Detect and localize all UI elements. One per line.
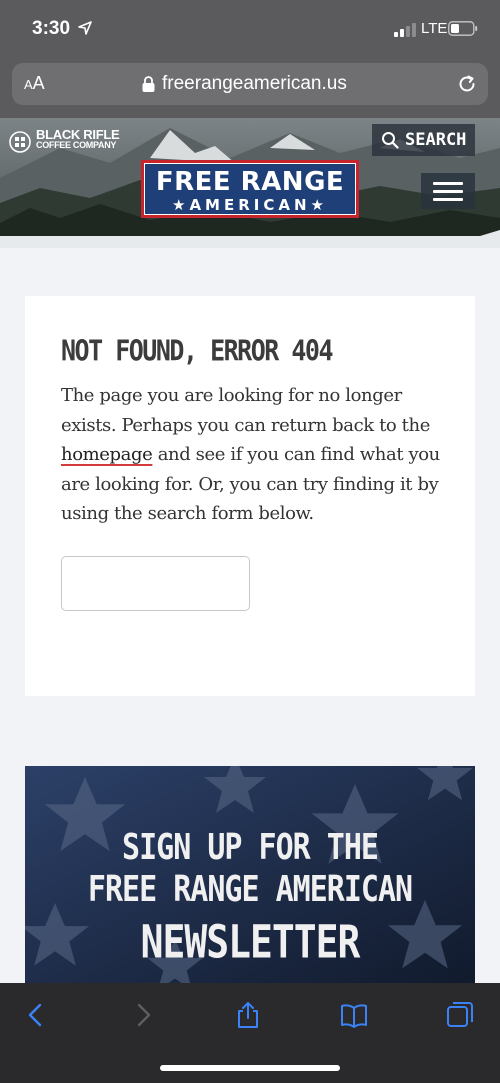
page-title: NOT FOUND, ERROR 404 — [61, 334, 334, 368]
network-type: LTE — [421, 20, 448, 37]
reload-icon[interactable] — [456, 73, 478, 95]
homepage-link[interactable]: homepage — [61, 444, 153, 465]
text-size-button[interactable]: AA — [24, 73, 45, 94]
error-message-part-1: The page you are looking for no longer e… — [61, 385, 430, 436]
search-icon — [382, 132, 399, 149]
back-icon[interactable] — [22, 1001, 50, 1029]
cellular-signal-icon — [394, 23, 416, 37]
home-indicator[interactable] — [160, 1065, 340, 1071]
brand-text: BLACK RIFLE COFFEE COMPANY — [36, 127, 120, 151]
logo-top-text: FREE RANGE — [155, 167, 345, 197]
status-time: 3:30 — [32, 18, 71, 39]
logo-bottom-text: ★AMERICAN★ — [172, 196, 328, 214]
menu-bar — [433, 182, 463, 185]
brand-line-2: COFFEE COMPANY — [36, 140, 117, 150]
brand-emblem-icon — [9, 131, 31, 153]
brand-line-1: BLACK RIFLE — [36, 127, 120, 142]
newsletter-line-2: FREE RANGE AMERICAN — [87, 868, 413, 911]
status-bar: 3:30 LTE — [0, 0, 500, 58]
menu-bar — [433, 198, 463, 201]
menu-bar — [433, 190, 463, 193]
site-search-button[interactable]: SEARCH — [372, 124, 475, 156]
search-label: SEARCH — [405, 130, 467, 150]
free-range-american-logo[interactable]: FREE RANGE ★AMERICAN★ — [141, 160, 359, 218]
share-icon[interactable] — [234, 1001, 262, 1029]
site-header: BLACK RIFLE COFFEE COMPANY SEARCH FREE R… — [0, 118, 500, 248]
forward-icon[interactable] — [129, 1001, 157, 1029]
error-message: The page you are looking for no longer e… — [61, 381, 446, 529]
browser-top-chrome: 3:30 LTE AA freerangeamerican.us — [0, 0, 500, 118]
search-input[interactable] — [61, 556, 250, 611]
newsletter-line-1: SIGN UP FOR THE — [122, 826, 379, 869]
tabs-icon[interactable] — [446, 1001, 474, 1029]
location-arrow-icon — [78, 21, 92, 35]
address-bar[interactable]: AA freerangeamerican.us — [12, 63, 488, 105]
battery-icon — [448, 21, 478, 36]
newsletter-banner[interactable]: SIGN UP FOR THE FREE RANGE AMERICAN NEWS… — [25, 766, 475, 986]
newsletter-line-3: NEWSLETTER — [140, 915, 361, 969]
bookmarks-icon[interactable] — [340, 1001, 368, 1029]
error-card: NOT FOUND, ERROR 404 The page you are lo… — [25, 296, 475, 696]
lock-icon — [142, 76, 155, 92]
url-text[interactable]: freerangeamerican.us — [162, 73, 347, 95]
hamburger-menu-button[interactable] — [421, 173, 475, 209]
